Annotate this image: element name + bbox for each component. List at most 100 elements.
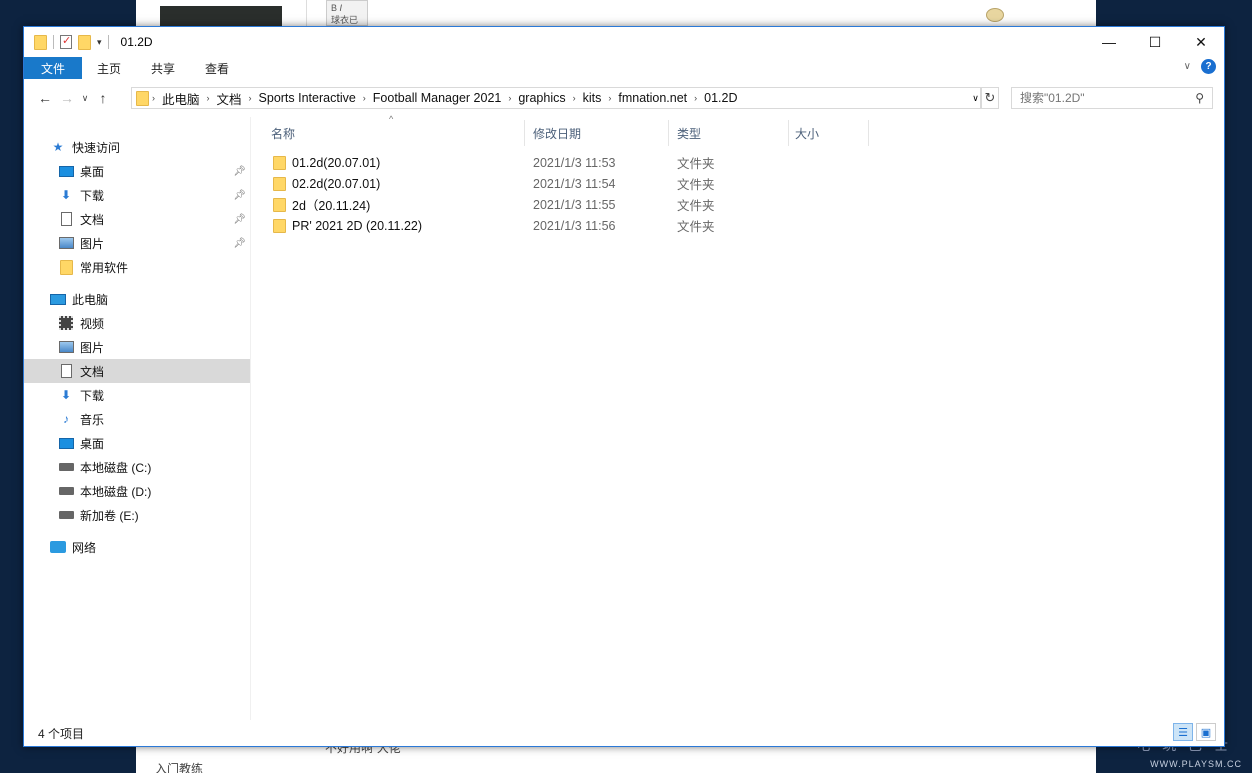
file-date: 2021/1/3 11:53 xyxy=(533,155,616,170)
sidebar-item-desktop-pc[interactable]: 桌面 xyxy=(24,431,250,455)
pin-icon[interactable]: 📌︎ xyxy=(233,166,246,177)
maximize-button[interactable]: ☐ xyxy=(1132,27,1178,57)
breadcrumb-graphics[interactable]: graphics xyxy=(514,91,569,105)
breadcrumb-separator[interactable]: › xyxy=(246,93,255,103)
customize-toolbar-dropdown-icon[interactable]: ▾ xyxy=(97,37,102,48)
breadcrumb-sports-interactive[interactable]: Sports Interactive xyxy=(255,91,360,105)
folder-icon xyxy=(273,155,286,170)
details-view-icon[interactable]: ☰ xyxy=(1173,723,1193,741)
title-bar: ▾ 01.2D — ☐ ✕ xyxy=(24,27,1224,57)
sidebar-item-pictures[interactable]: 图片 xyxy=(24,335,250,359)
sidebar-item-drive-c[interactable]: 本地磁盘 (C:) xyxy=(24,455,250,479)
tab-view[interactable]: 查看 xyxy=(190,57,244,79)
sidebar-this-pc[interactable]: 此电脑 xyxy=(24,287,250,311)
sidebar-item-label: 桌面 xyxy=(80,164,105,179)
breadcrumb-documents[interactable]: 文档 xyxy=(213,89,246,108)
recent-locations-button[interactable]: ∨ xyxy=(78,93,92,104)
breadcrumb-this-pc[interactable]: 此电脑 xyxy=(158,89,204,108)
file-name: 01.2d(20.07.01) xyxy=(292,155,381,170)
sidebar-network[interactable]: 网络 xyxy=(24,535,250,559)
desktop-icon xyxy=(58,164,74,178)
sidebar-item-desktop[interactable]: 桌面 📌︎ xyxy=(24,159,250,183)
pin-icon[interactable]: 📌︎ xyxy=(233,214,246,225)
breadcrumb-separator[interactable]: › xyxy=(570,93,579,103)
breadcrumb-separator[interactable]: › xyxy=(691,93,700,103)
large-icons-view-icon[interactable]: ▣ xyxy=(1196,723,1216,741)
file-date: 2021/1/3 11:56 xyxy=(533,218,616,233)
sidebar-item-drive-d[interactable]: 本地磁盘 (D:) xyxy=(24,479,250,503)
breadcrumb-separator[interactable]: › xyxy=(204,93,213,103)
folder-icon xyxy=(273,218,286,233)
quick-access-toolbar: ▾ xyxy=(24,34,109,50)
sidebar-quick-access[interactable]: ★ 快速访问 xyxy=(24,135,250,159)
search-box[interactable]: ⚲ xyxy=(1011,87,1213,109)
document-icon xyxy=(58,364,74,378)
breadcrumb-separator[interactable]: › xyxy=(505,93,514,103)
breadcrumb-fmnation[interactable]: fmnation.net xyxy=(614,91,691,105)
sidebar-item-drive-e[interactable]: 新加卷 (E:) xyxy=(24,503,250,527)
sidebar-item-pictures-quick[interactable]: 图片 📌︎ xyxy=(24,231,250,255)
sidebar-item-documents[interactable]: 文档 xyxy=(24,359,250,383)
list-item[interactable]: 02.2d(20.07.01) 2021/1/3 11:54 文件夹 xyxy=(251,173,1224,194)
folder-icon xyxy=(273,176,286,191)
sidebar-item-common-software[interactable]: 常用软件 xyxy=(24,255,250,279)
list-item[interactable]: PR' 2021 2D (20.11.22) 2021/1/3 11:56 文件… xyxy=(251,215,1224,236)
network-icon xyxy=(50,540,66,554)
download-arrow-icon: ⬇ xyxy=(60,188,72,202)
sidebar-item-music[interactable]: ♪ 音乐 xyxy=(24,407,250,431)
expand-ribbon-chevron-icon[interactable]: ∨ xyxy=(1184,61,1191,72)
column-header-type[interactable]: 类型 xyxy=(669,120,789,146)
column-header-name[interactable]: 名称 xyxy=(251,120,525,146)
sidebar-item-videos[interactable]: 视频 xyxy=(24,311,250,335)
file-type: 文件夹 xyxy=(677,199,715,213)
search-input[interactable] xyxy=(1020,91,1185,105)
column-header-size[interactable]: 大小 xyxy=(789,120,869,146)
file-name: 02.2d(20.07.01) xyxy=(292,176,381,191)
window-controls: — ☐ ✕ xyxy=(1086,27,1224,57)
file-name: 2d（20.11.24) xyxy=(292,199,371,213)
breadcrumb-separator[interactable]: › xyxy=(360,93,369,103)
breadcrumb-football-manager[interactable]: Football Manager 2021 xyxy=(369,91,506,105)
document-icon xyxy=(58,212,74,226)
tab-share[interactable]: 共享 xyxy=(136,57,190,79)
sidebar-item-downloads-pc[interactable]: ⬇ 下载 xyxy=(24,383,250,407)
file-date: 2021/1/3 11:54 xyxy=(533,176,616,191)
new-folder-icon[interactable] xyxy=(78,34,91,50)
sidebar-item-label: 桌面 xyxy=(80,436,105,451)
up-button[interactable]: ↑ xyxy=(92,90,114,106)
sidebar-item-label: 快速访问 xyxy=(72,140,121,155)
pin-icon[interactable]: 📌︎ xyxy=(233,238,246,249)
background-editor-widget: B I球衣已经 xyxy=(326,0,368,38)
breadcrumb-current[interactable]: 01.2D xyxy=(700,91,741,105)
list-item[interactable]: 2d（20.11.24) 2021/1/3 11:55 文件夹 xyxy=(251,194,1224,215)
tab-file[interactable]: 文件 xyxy=(24,57,83,79)
list-item[interactable]: 01.2d(20.07.01) 2021/1/3 11:53 文件夹 xyxy=(251,152,1224,173)
breadcrumb-kits[interactable]: kits xyxy=(579,91,606,105)
desktop-icon xyxy=(58,436,74,450)
close-button[interactable]: ✕ xyxy=(1178,27,1224,57)
back-button[interactable]: ← xyxy=(34,90,56,106)
forward-button[interactable]: → xyxy=(56,90,78,106)
breadcrumb-separator[interactable]: › xyxy=(605,93,614,103)
minimize-button[interactable]: — xyxy=(1086,27,1132,57)
ribbon-tabs: 文件 主页 共享 查看 ∨ ? xyxy=(24,57,1224,79)
navigation-pane: ★ 快速访问 桌面 📌︎ ⬇ 下载 📌︎ 文档 📌︎ 图片 📌︎ 常用软件 此电… xyxy=(24,117,250,720)
breadcrumb-separator[interactable]: › xyxy=(149,93,158,103)
pin-icon[interactable]: 📌︎ xyxy=(233,190,246,201)
sidebar-item-label: 图片 xyxy=(80,340,105,355)
column-header-date[interactable]: 修改日期 xyxy=(525,120,669,146)
refresh-button[interactable]: ↻ xyxy=(981,87,999,109)
video-icon xyxy=(58,316,74,330)
sidebar-item-downloads[interactable]: ⬇ 下载 📌︎ xyxy=(24,183,250,207)
column-headers: ^ 名称 修改日期 类型 大小 xyxy=(251,114,1224,146)
picture-icon xyxy=(58,340,74,354)
sidebar-item-label: 图片 xyxy=(80,236,105,251)
address-bar[interactable]: › 此电脑 › 文档 › Sports Interactive › Footba… xyxy=(131,87,981,109)
help-icon[interactable]: ? xyxy=(1201,59,1216,74)
sidebar-item-documents-quick[interactable]: 文档 📌︎ xyxy=(24,207,250,231)
tab-home[interactable]: 主页 xyxy=(82,57,136,79)
sidebar-item-label: 新加卷 (E:) xyxy=(80,508,139,523)
properties-icon[interactable] xyxy=(60,34,72,49)
sidebar-item-label: 本地磁盘 (C:) xyxy=(80,460,152,475)
sidebar-item-label: 文档 xyxy=(80,212,105,227)
